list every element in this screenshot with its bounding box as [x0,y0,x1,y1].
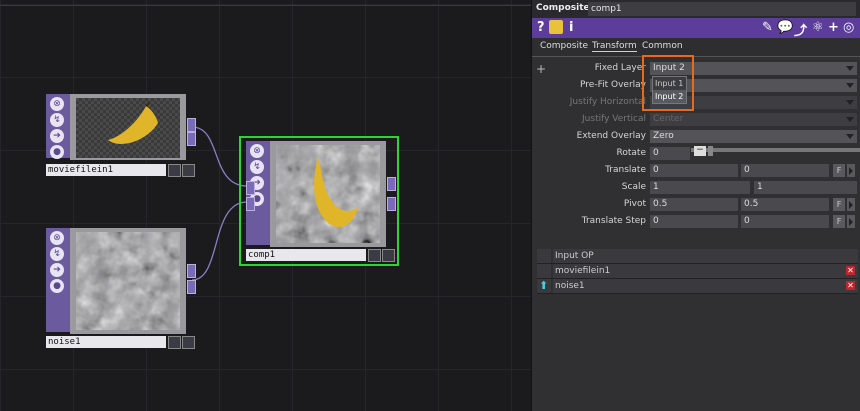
output-port[interactable] [187,118,196,132]
tab-composite[interactable]: Composite [540,41,588,51]
rotate-slider-handle[interactable]: − [694,146,706,156]
node-name[interactable]: noise1 [46,336,166,348]
display-icon[interactable]: ➔ [50,263,64,277]
add-button[interactable] [182,164,195,177]
output-port[interactable] [187,132,196,146]
extend-overlay-dropdown[interactable]: Zero [650,130,857,143]
plus-icon[interactable]: + [828,20,839,35]
bypass-icon[interactable]: ⊗ [50,231,64,245]
rotate-slider[interactable] [691,148,860,152]
highlight-box [642,55,694,111]
viewer-button[interactable] [168,336,181,349]
node-thumbnail [76,98,180,158]
table-header: Input OP [537,249,858,264]
parameter-panel: Composite comp1 ? i ✎ 💬 ⤴ ⚛ + ◎ Composit… [531,0,860,411]
translate-f-button[interactable]: F [833,164,845,177]
edit-icon[interactable]: ✎ [762,20,773,35]
node-name[interactable]: comp1 [246,249,366,261]
param-justify-vertical: Justify Vertical Center [532,113,860,127]
info-button[interactable]: i [569,20,573,35]
table-row[interactable]: moviefilein1 ✕ [537,264,858,279]
justify-vertical-dropdown[interactable]: Center [650,113,857,126]
rotate-field[interactable]: 0 [650,147,690,160]
pivot-y-field[interactable]: 0.5 [741,198,829,211]
output-port[interactable] [387,177,396,191]
bypass-icon[interactable]: ⊗ [250,144,264,158]
translate-y-field[interactable]: 0 [741,164,829,177]
bookmark-icon[interactable]: ⤴ [794,20,807,39]
scale-y-field[interactable]: 1 [754,181,857,194]
translate-step-y-field[interactable]: 0 [741,215,829,228]
translate-step-menu-arrow[interactable] [847,215,855,228]
python-help-icon[interactable] [549,20,563,34]
output-port[interactable] [187,264,196,278]
param-prefit-overlay: Pre-Fit Overlay [532,79,860,93]
input-port[interactable] [246,197,255,211]
param-fixed-layer: Fixed Layer Input 2 [532,62,860,76]
param-translate: Translate 0 0 F [532,164,860,178]
tab-common[interactable]: Common [642,41,683,51]
scale-x-field[interactable]: 1 [650,181,750,194]
node-thumbnail [76,232,180,330]
bypass-icon[interactable]: ⊗ [50,97,64,111]
comment-icon[interactable]: 💬 [777,20,793,35]
pivot-menu-arrow[interactable] [847,198,855,211]
param-scale: Scale 1 1 [532,181,860,195]
remove-icon[interactable]: ✕ [846,266,855,275]
node-comp[interactable]: ⊗ ↯ ➔ ● comp1 [246,141,396,262]
node-thumbnail [276,145,380,243]
lock-icon[interactable]: ↯ [50,113,64,127]
tab-transform[interactable]: Transform [592,41,637,52]
pivot-x-field[interactable]: 0.5 [650,198,738,211]
move-up-icon[interactable]: ⬆ [539,280,548,291]
panel-header: Composite comp1 [532,0,860,18]
param-justify-horizontal: Justify Horizontal [532,96,860,110]
translate-x-field[interactable]: 0 [650,164,738,177]
node-noise[interactable]: ⊗ ↯ ➔ ● noise1 [46,228,196,349]
viewer-button[interactable] [368,249,381,262]
inputs-table: Input OP moviefilein1 ✕ ⬆ noise1 ✕ [537,249,858,294]
viewer-icon[interactable]: ● [50,145,64,159]
add-button[interactable] [382,249,395,262]
python-icon[interactable]: ⚛ [812,20,824,35]
input-port[interactable] [246,181,255,195]
node-name[interactable]: moviefilein1 [46,164,166,176]
translate-menu-arrow[interactable] [847,164,855,177]
display-icon[interactable]: ➔ [50,129,64,143]
viewer-icon[interactable]: ● [50,279,64,293]
lock-icon[interactable]: ↯ [250,160,264,174]
output-port[interactable] [187,280,196,294]
help-button[interactable]: ? [537,20,545,35]
param-pivot: Pivot 0.5 0.5 F [532,198,860,212]
translate-step-f-button[interactable]: F [833,215,845,228]
panel-toolbar: ? i ✎ 💬 ⤴ ⚛ + ◎ [532,18,860,39]
lock-icon[interactable]: ↯ [50,247,64,261]
param-tabs: Composite Transform Common [532,38,860,57]
rotate-slider-thumb[interactable] [708,146,713,156]
op-type-label: Composite [536,3,590,13]
param-translate-step: Translate Step 0 0 F [532,215,860,229]
table-row[interactable]: ⬆ noise1 ✕ [537,279,858,294]
param-extend-overlay: Extend Overlay Zero [532,130,860,144]
output-port[interactable] [387,197,396,211]
node-moviefilein[interactable]: ⊗ ↯ ➔ ● moviefilein1 [46,94,196,177]
viewer-button[interactable] [168,164,181,177]
translate-step-x-field[interactable]: 0 [650,215,738,228]
add-button[interactable] [182,336,195,349]
pivot-f-button[interactable]: F [833,198,845,211]
target-icon[interactable]: ◎ [843,20,854,35]
remove-icon[interactable]: ✕ [846,281,855,290]
network-editor[interactable]: ⊗ ↯ ➔ ● moviefilein1 ⊗ ↯ ➔ ● noise1 ⊗ ↯ … [0,0,531,411]
op-name-field[interactable]: comp1 [588,2,856,16]
